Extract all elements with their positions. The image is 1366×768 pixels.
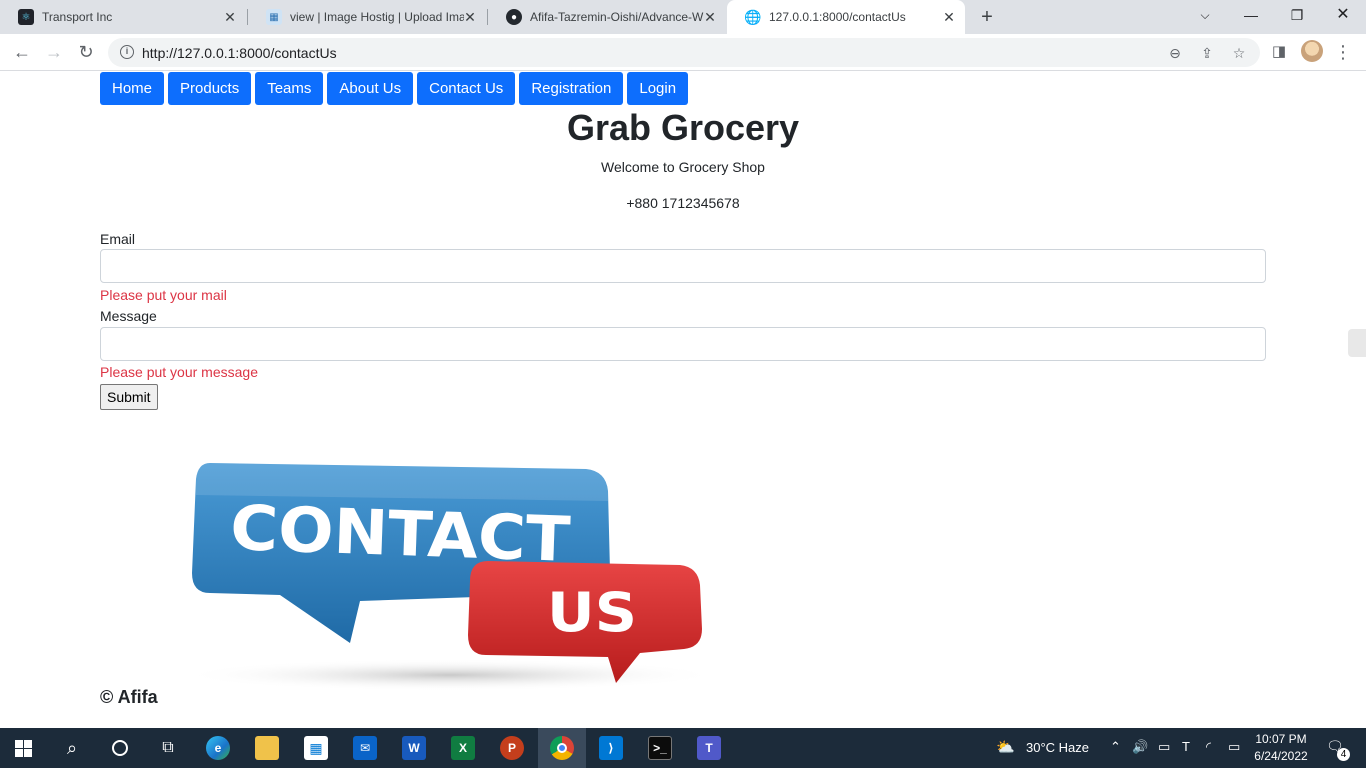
phone-number: +880 1712345678 [626, 195, 740, 211]
close-icon[interactable]: ✕ [462, 9, 478, 25]
nav-contact-button[interactable]: Contact Us [417, 72, 516, 105]
vscode-icon[interactable]: ⟩ [599, 736, 623, 760]
word-icon[interactable]: W [402, 736, 426, 760]
powerpoint-icon[interactable]: P [500, 736, 524, 760]
store-icon[interactable]: ▦ [304, 736, 328, 760]
react-icon: ⚛ [18, 9, 34, 25]
tab-strip: ⚛ Transport Inc ✕ ▦ view | Image Hostig … [0, 0, 1366, 34]
page-title: Grab Grocery [566, 107, 800, 148]
site-info-icon[interactable]: i [120, 45, 134, 59]
side-edge-tab[interactable] [1348, 329, 1366, 357]
tab-github[interactable]: ● Afifa-Tazremin-Oishi/Advance-W ✕ [488, 0, 726, 34]
nav-about-button[interactable]: About Us [327, 72, 414, 105]
nav-teams-button[interactable]: Teams [255, 72, 324, 105]
chrome-icon[interactable] [550, 736, 574, 760]
new-tab-button[interactable]: + [976, 6, 998, 28]
weather-text[interactable]: 30°C Haze [1026, 740, 1089, 755]
close-icon[interactable]: ✕ [702, 9, 718, 25]
close-icon[interactable]: ✕ [222, 9, 238, 25]
message-label: Message [100, 308, 157, 324]
search-icon[interactable]: ⌕ [60, 736, 84, 760]
github-icon: ● [506, 9, 522, 25]
footer-copyright: © Afifa [100, 687, 158, 707]
address-bar[interactable]: i http://127.0.0.1:8000/contactUs ⊖ ⇪ ☆ [108, 38, 1260, 67]
teams-icon[interactable]: T [697, 736, 721, 760]
nav-login-button[interactable]: Login [627, 72, 689, 105]
task-view-icon[interactable]: ⧉ [156, 736, 180, 760]
tab-transport[interactable]: ⚛ Transport Inc ✕ [0, 0, 246, 34]
us-text: US [547, 581, 637, 644]
chevron-up-icon[interactable]: ⌃ [1110, 739, 1121, 755]
nav-products-button[interactable]: Products [168, 72, 252, 105]
side-panel-icon[interactable]: ◨ [1266, 39, 1292, 65]
menu-kebab-icon[interactable]: ⋮ [1330, 39, 1356, 65]
teams-tray-icon[interactable]: T [1182, 739, 1190, 754]
reload-icon[interactable]: ↻ [73, 39, 99, 65]
close-icon[interactable]: ✕ [941, 9, 957, 25]
email-label: Email [100, 231, 136, 247]
url-text: http://127.0.0.1:8000/contactUs [142, 45, 337, 61]
globe-icon: 🌐 [744, 8, 762, 25]
file-explorer-icon[interactable] [255, 736, 279, 760]
tab-contactus[interactable]: 🌐 127.0.0.1:8000/contactUs ✕ [727, 0, 965, 34]
windows-start-icon[interactable] [15, 740, 32, 757]
edge-icon[interactable]: e [206, 736, 230, 760]
cortana-icon[interactable] [108, 736, 132, 760]
nav-home-button[interactable]: Home [100, 72, 165, 105]
back-icon[interactable]: ← [9, 39, 35, 65]
mail-icon[interactable]: ✉ [353, 736, 377, 760]
email-field[interactable] [100, 249, 1266, 283]
weather-icon[interactable]: ⛅ [996, 738, 1015, 756]
volume-icon[interactable]: 🔊 [1132, 739, 1148, 755]
meet-now-icon[interactable]: ▭ [1158, 739, 1170, 755]
tab-title: 127.0.0.1:8000/contactUs [769, 10, 906, 24]
tab-title: Afifa-Tazremin-Oishi/Advance-W [530, 10, 704, 24]
message-error: Please put your message [100, 364, 258, 380]
image-host-icon: ▦ [266, 9, 282, 25]
tab-title: Transport Inc [42, 10, 113, 24]
forward-icon[interactable]: → [41, 39, 67, 65]
main-nav: Home Products Teams About Us Contact Us … [100, 72, 692, 105]
page-content: Home Products Teams About Us Contact Us … [0, 71, 1366, 728]
nav-registration-button[interactable]: Registration [519, 72, 624, 105]
browser-toolbar: ← → ↻ i http://127.0.0.1:8000/contactUs … [0, 34, 1366, 71]
profile-avatar[interactable] [1301, 40, 1323, 62]
zoom-icon[interactable]: ⊖ [1166, 44, 1184, 62]
bookmark-star-icon[interactable]: ☆ [1230, 44, 1248, 62]
system-clock[interactable]: 10:07 PM 6/24/2022 [1250, 731, 1312, 765]
contact-us-image: CONTACT US [180, 463, 720, 691]
minimize-icon[interactable]: — [1228, 0, 1274, 30]
message-field[interactable] [100, 327, 1266, 361]
wifi-icon[interactable]: ◜ [1206, 739, 1211, 755]
submit-button[interactable]: Submit [100, 384, 158, 410]
tab-title: view | Image Hostig | Upload Ima [290, 10, 464, 24]
tab-search-icon[interactable]: ⌵ [1182, 0, 1228, 30]
tab-image-hosting[interactable]: ▦ view | Image Hostig | Upload Ima ✕ [248, 0, 486, 34]
battery-icon[interactable]: ▭ [1228, 739, 1240, 755]
window-close-icon[interactable]: ✕ [1320, 0, 1366, 30]
terminal-icon[interactable]: >_ [648, 736, 672, 760]
clock-date: 6/24/2022 [1254, 749, 1308, 763]
windows-taskbar: ⌕ ⧉ e ▦ ✉ W X P ⟩ >_ T ⛅ 30°C Haze ⌃ 🔊 ▭… [0, 728, 1366, 768]
excel-icon[interactable]: X [451, 736, 475, 760]
share-icon[interactable]: ⇪ [1198, 44, 1216, 62]
restore-icon[interactable]: ❐ [1274, 0, 1320, 30]
notification-count: 4 [1337, 748, 1350, 761]
email-error: Please put your mail [100, 287, 227, 303]
clock-time: 10:07 PM [1255, 732, 1307, 746]
welcome-text: Welcome to Grocery Shop [601, 159, 765, 175]
